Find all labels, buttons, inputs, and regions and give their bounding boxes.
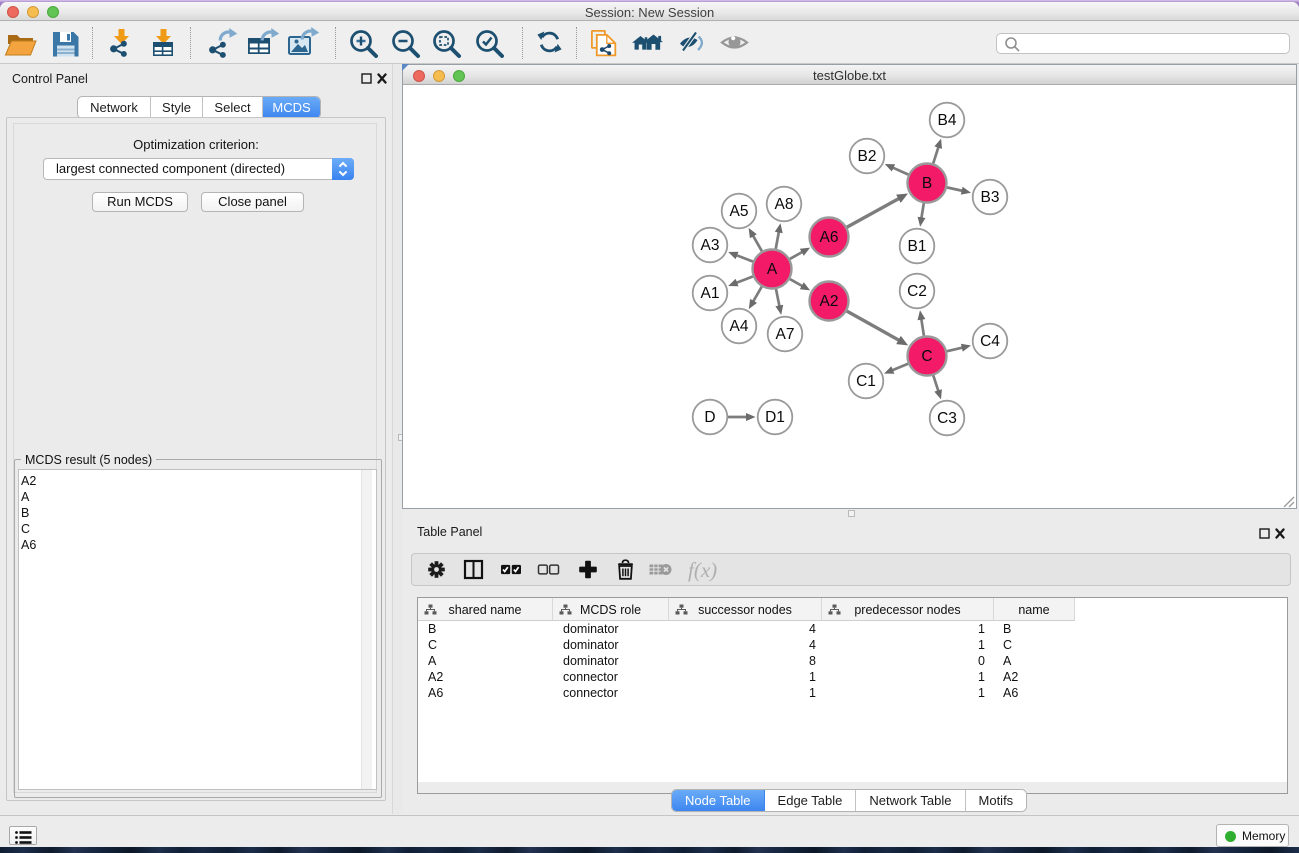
svg-text:D1: D1 [765,409,785,426]
svg-text:B3: B3 [981,189,1000,206]
svg-text:f(x): f(x) [688,558,717,582]
svg-text:A: A [767,261,778,278]
svg-text:A2: A2 [820,293,839,310]
svg-text:B: B [922,175,932,192]
svg-text:A5: A5 [730,203,749,220]
svg-text:A8: A8 [775,196,794,213]
svg-text:C1: C1 [856,373,876,390]
svg-text:A4: A4 [730,318,749,335]
svg-text:C4: C4 [980,333,1000,350]
svg-text:C3: C3 [937,410,957,427]
svg-text:C: C [921,348,932,365]
svg-text:B2: B2 [858,148,877,165]
svg-text:A3: A3 [701,237,720,254]
svg-text:C2: C2 [907,283,927,300]
svg-text:A1: A1 [701,285,720,302]
svg-text:D: D [704,409,715,426]
svg-text:A7: A7 [776,326,795,343]
svg-text:B4: B4 [938,112,957,129]
svg-text:B1: B1 [908,238,927,255]
svg-text:A6: A6 [820,229,839,246]
